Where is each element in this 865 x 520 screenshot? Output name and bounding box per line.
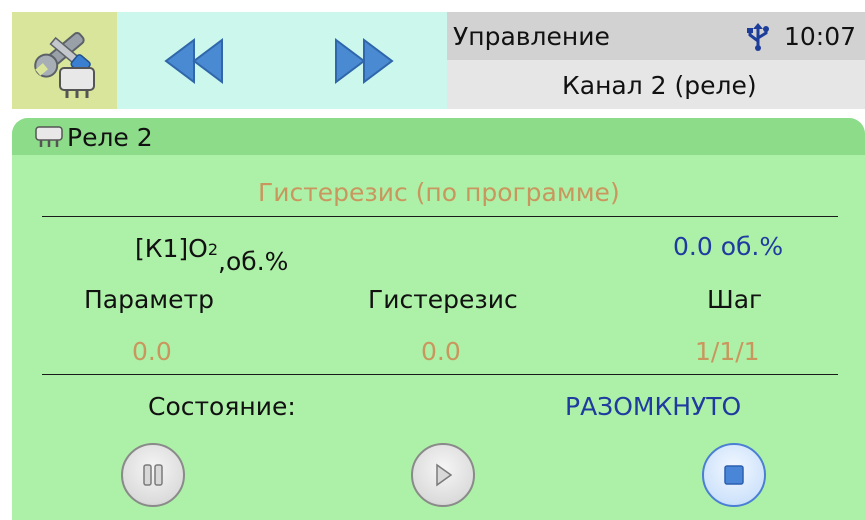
usb-icon	[747, 23, 769, 51]
sensor-value: 0.0 об.%	[673, 232, 784, 261]
play-icon	[436, 463, 453, 487]
sensor-subscript: 2	[207, 240, 219, 259]
pause-button[interactable]	[121, 443, 185, 507]
tools-icon	[34, 32, 95, 98]
header-title-bar: Управление 10:07	[447, 12, 865, 60]
state-label: Состояние:	[148, 392, 296, 421]
page-title: Управление	[453, 22, 610, 51]
panel-title: Реле 2	[67, 123, 153, 152]
clock: 10:07	[784, 22, 857, 51]
relay-panel-header: Реле 2	[12, 118, 865, 155]
settings-button[interactable]	[12, 12, 117, 109]
sensor-unit: ,об.%	[218, 247, 289, 276]
sensor-prefix: [К1]О	[135, 234, 208, 263]
step-value[interactable]: 1/1/1	[695, 337, 760, 366]
play-button[interactable]	[411, 443, 475, 507]
param-column-label: Параметр	[84, 285, 214, 314]
header-subtitle-bar: Канал 2 (реле)	[447, 60, 865, 109]
rewind-icon[interactable]	[164, 38, 226, 84]
hysteresis-column-label: Гистерезис	[368, 285, 518, 314]
fast-forward-icon[interactable]	[332, 38, 394, 84]
pause-icon	[143, 464, 163, 486]
step-column-label: Шаг	[707, 285, 763, 314]
relay-icon	[35, 126, 63, 147]
sensor-label: [К1]О2,об.%	[135, 234, 288, 276]
hysteresis-value[interactable]: 0.0	[421, 337, 461, 366]
mode-label: Гистерезис (по программе)	[258, 178, 620, 207]
param-value[interactable]: 0.0	[132, 337, 172, 366]
state-value: РАЗОМКНУТО	[565, 392, 742, 421]
stop-icon	[724, 465, 744, 485]
channel-label: Канал 2 (реле)	[562, 71, 757, 100]
divider	[42, 216, 838, 217]
stop-button[interactable]	[702, 443, 766, 507]
divider	[42, 374, 838, 375]
navigation-bar	[117, 12, 447, 109]
